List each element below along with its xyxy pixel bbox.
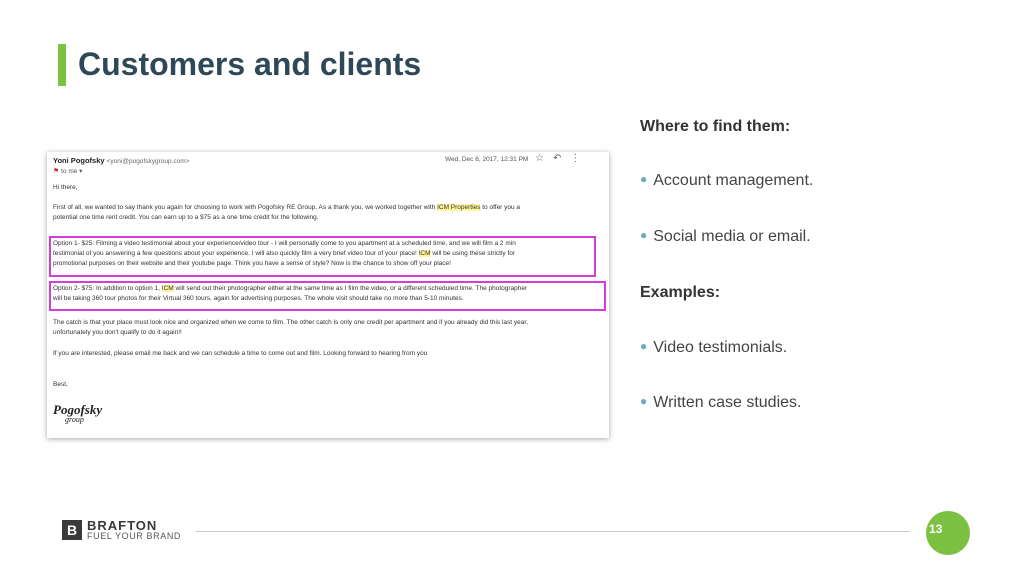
bullet-item: ● Account management. xyxy=(640,172,813,190)
email-highlight: ICM xyxy=(418,250,431,257)
email-text: testimonial of you answering a few quest… xyxy=(53,250,419,257)
email-text: First of all, we wanted to say thank you… xyxy=(53,204,438,211)
email-option-1-line-2: testimonial of you answering a few quest… xyxy=(53,249,603,259)
title-accent-bar xyxy=(58,44,66,86)
email-interest-line: If you are interested, please email me b… xyxy=(53,350,428,357)
email-text: to offer you a xyxy=(480,204,521,211)
bullet-item: ● Written case studies. xyxy=(640,394,801,412)
page-number: 13 xyxy=(929,522,943,536)
bullet-item: ● Social media or email. xyxy=(640,228,811,246)
more-icon: ⋮ xyxy=(570,153,590,164)
bullet-text: Account management. xyxy=(653,172,814,189)
footer-divider xyxy=(196,531,910,532)
reply-icon: ↶ xyxy=(552,153,571,164)
email-option-2-line-1: Option 2- $75: In addition to option 1, … xyxy=(53,284,603,294)
email-highlight: ICM xyxy=(161,285,174,292)
bullet-dot-icon: ● xyxy=(640,394,648,408)
email-to-label: to me xyxy=(61,168,78,175)
star-icon: ☆ xyxy=(535,153,553,164)
email-text: will be using these strictly for xyxy=(430,250,516,257)
email-highlight: ICM Properties xyxy=(437,204,481,211)
email-paragraph-1-line-2: potential one time rent credit. You can … xyxy=(53,214,319,221)
heading-where-to-find: Where to find them: xyxy=(640,118,791,135)
bullet-text: Social media or email. xyxy=(653,228,811,245)
bullet-dot-icon: ● xyxy=(640,228,648,242)
bullet-text: Written case studies. xyxy=(653,394,802,411)
email-date: Wed, Dec 6, 2017, 12:31 PM xyxy=(445,156,529,163)
email-recipient: ⚑ to me ▾ xyxy=(53,168,83,175)
email-option-2-line-2: will be taking 360 tour photos for their… xyxy=(53,295,464,302)
email-catch-line-2: unfortunately you don't qualify to do it… xyxy=(53,329,182,336)
email-header: Yoni Pogofsky <yoni@pogofskygroup.com> xyxy=(53,156,189,165)
email-text: Option 2- $75: In addition to option 1, xyxy=(53,285,162,292)
email-option-1-line-1: Option 1- $25: Filming a video testimoni… xyxy=(53,240,516,247)
email-option-1-line-3: promotional purposes on their website an… xyxy=(53,260,451,267)
bullet-dot-icon: ● xyxy=(640,172,648,186)
pogofsky-logo: Pogofsky group xyxy=(53,402,102,424)
email-screenshot: Yoni Pogofsky <yoni@pogofskygroup.com> ⚑… xyxy=(47,152,609,438)
email-sender: Yoni Pogofsky xyxy=(53,156,105,165)
brafton-logo-mark: B xyxy=(62,520,82,540)
email-greeting: Hi there, xyxy=(53,184,78,191)
slide-title: Customers and clients xyxy=(78,46,422,82)
bullet-text: Video testimonials. xyxy=(653,339,788,356)
email-catch-line-1: The catch is that your place must look n… xyxy=(53,319,528,326)
brafton-tagline: FUEL YOUR BRAND xyxy=(87,531,182,541)
bullet-item: ● Video testimonials. xyxy=(640,339,787,357)
bullet-dot-icon: ● xyxy=(640,339,648,353)
email-paragraph-1: First of all, we wanted to say thank you… xyxy=(53,203,603,213)
email-address: <yoni@pogofskygroup.com> xyxy=(106,158,190,165)
email-actions: ☆↶⋮ xyxy=(535,153,589,164)
email-text: will send out their photographer either … xyxy=(173,285,528,292)
heading-examples: Examples: xyxy=(640,284,721,301)
flag-icon: ⚑ xyxy=(53,168,60,175)
email-signoff: Best, xyxy=(53,381,68,388)
